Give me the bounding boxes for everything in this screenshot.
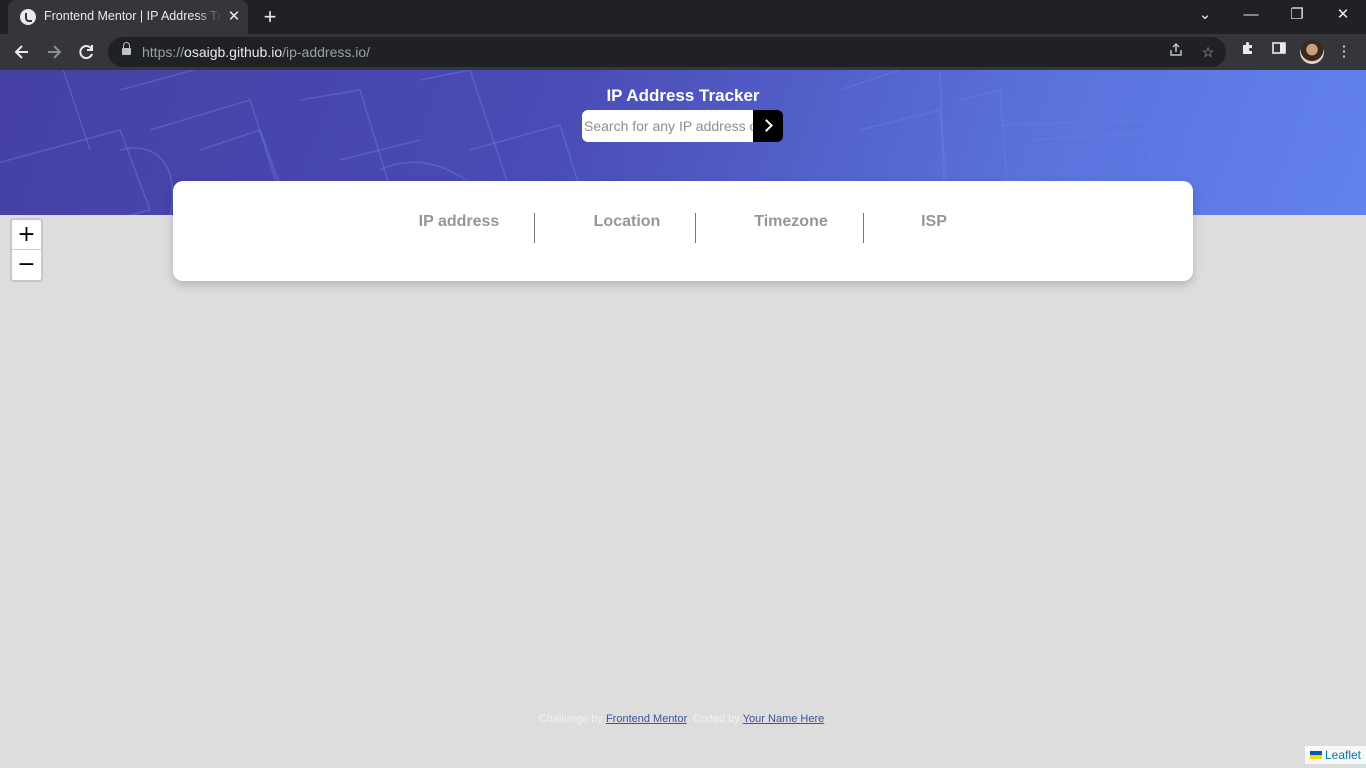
- tab-search-icon[interactable]: ⌄: [1182, 0, 1228, 30]
- new-tab-button[interactable]: +: [258, 5, 282, 29]
- extensions-icon[interactable]: [1236, 40, 1260, 64]
- minimize-button[interactable]: —: [1228, 0, 1274, 30]
- menu-kebab-icon[interactable]: ⋮: [1332, 40, 1356, 64]
- restore-button[interactable]: ❐: [1274, 0, 1320, 30]
- browser-tab-bar: Frontend Mentor | IP Address Tracker ✕ +…: [0, 0, 1366, 34]
- url-host: osaigb.github.io: [184, 44, 283, 60]
- url-text[interactable]: https://osaigb.github.io/ip-address.io/: [142, 44, 370, 60]
- favicon-icon: [20, 9, 36, 25]
- page-title: IP Address Tracker: [606, 86, 760, 105]
- info-label-timezone: Timezone: [754, 213, 828, 230]
- info-label-location: Location: [593, 213, 661, 230]
- url-path: /ip-address.io/: [282, 44, 371, 60]
- bookmark-star-icon[interactable]: ☆: [1198, 42, 1218, 62]
- frontend-mentor-link[interactable]: Frontend Mentor: [606, 713, 687, 725]
- info-divider: [534, 213, 535, 243]
- tab-close-icon[interactable]: ✕: [225, 8, 243, 26]
- search-input[interactable]: [582, 110, 753, 142]
- address-bar[interactable]: https://osaigb.github.io/ip-address.io/ …: [108, 37, 1226, 67]
- search-submit-button[interactable]: [753, 110, 783, 142]
- back-icon[interactable]: [8, 38, 36, 66]
- search-form: [582, 110, 783, 142]
- attribution-suffix: .: [824, 713, 828, 725]
- url-scheme: https://: [142, 44, 185, 60]
- zoom-in-button[interactable]: +: [12, 220, 41, 250]
- lock-icon[interactable]: [122, 42, 131, 57]
- attribution-coded-text: . Coded by: [686, 713, 743, 725]
- map-zoom-control: + −: [10, 218, 43, 282]
- info-label-isp: ISP: [921, 213, 947, 230]
- reload-icon[interactable]: [72, 38, 100, 66]
- info-label-ip-address: IP address: [418, 213, 500, 230]
- browser-tab[interactable]: Frontend Mentor | IP Address Tracker ✕: [8, 0, 248, 34]
- close-window-button[interactable]: ✕: [1320, 0, 1366, 30]
- footer-attribution: Challenge by Frontend Mentor. Coded by Y…: [0, 713, 1366, 725]
- info-divider: [863, 213, 864, 243]
- profile-avatar[interactable]: [1300, 40, 1324, 64]
- page: IP Address Tracker IP address Location T…: [0, 70, 1366, 768]
- leaflet-link[interactable]: Leaflet: [1325, 748, 1361, 762]
- leaflet-attribution[interactable]: Leaflet: [1304, 746, 1366, 764]
- info-divider: [695, 213, 696, 243]
- forward-icon[interactable]: [40, 38, 68, 66]
- tab-title: Frontend Mentor | IP Address Tracker: [44, 9, 222, 23]
- browser-toolbar: https://osaigb.github.io/ip-address.io/ …: [0, 34, 1366, 70]
- ukraine-flag-icon: [1309, 751, 1322, 759]
- side-panel-icon[interactable]: [1267, 40, 1291, 64]
- attribution-challenge-text: Challenge by: [538, 713, 606, 725]
- ip-info-card: IP address Location Timezone ISP: [173, 181, 1193, 281]
- share-icon[interactable]: [1166, 42, 1186, 62]
- zoom-out-button[interactable]: −: [12, 250, 41, 280]
- author-link[interactable]: Your Name Here: [743, 713, 825, 725]
